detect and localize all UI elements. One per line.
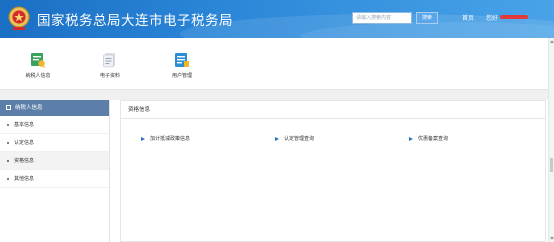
app-window: 国家税务总局大连市电子税务局 搜索 首页 您好 纳税人信息: [0, 0, 554, 242]
content-panel: 资格信息 加计抵减政策信息 认定管理查询 优惠备案查询: [120, 100, 546, 242]
arrow-right-icon: [275, 136, 279, 141]
tile-label: 电子资料: [99, 73, 120, 79]
bullet-icon: [7, 160, 9, 162]
user-greeting-link[interactable]: 您好: [486, 13, 498, 22]
arrow-right-icon: [141, 136, 145, 141]
tile-user-management[interactable]: 用户管理: [152, 52, 212, 79]
bullet-icon: [7, 142, 9, 144]
scroll-up-icon[interactable]: [550, 40, 554, 43]
sidebar-item-qualification-info[interactable]: 资格信息: [0, 152, 109, 170]
link-label: 优惠备案查询: [418, 136, 449, 142]
arrow-right-icon: [409, 136, 413, 141]
link-deduction-policy-info[interactable]: 加计抵减政策信息: [141, 135, 190, 142]
link-label: 认定管理查询: [284, 136, 315, 142]
search-button[interactable]: 搜索: [416, 12, 438, 24]
tile-label: 纳税人信息: [25, 73, 51, 79]
search-input[interactable]: [352, 12, 412, 24]
top-nav: 纳税人信息 电子资料 用户管理: [0, 38, 554, 90]
tile-taxpayer-info[interactable]: 纳税人信息: [8, 52, 68, 79]
link-label: 加计抵减政策信息: [150, 136, 191, 142]
sidebar-header: 纳税人信息: [0, 100, 109, 116]
user-management-icon: [175, 53, 189, 67]
sidebar: 纳税人信息 基本信息 认定信息 资格信息 其他信息: [0, 100, 110, 242]
sidebar-item-label: 其他信息: [14, 176, 35, 182]
username-redaction: [500, 15, 528, 19]
bullet-icon: [7, 124, 9, 126]
sidebar-item-recognition-info[interactable]: 认定信息: [0, 134, 109, 152]
sidebar-item-basic-info[interactable]: 基本信息: [0, 116, 109, 134]
link-preferential-filing-query[interactable]: 优惠备案查询: [409, 135, 448, 142]
scroll-thumb[interactable]: [550, 158, 553, 172]
home-link[interactable]: 首页: [462, 13, 474, 22]
tile-electronic-documents[interactable]: 电子资料: [80, 52, 140, 79]
site-title: 国家税务总局大连市电子税务局: [37, 13, 233, 29]
tile-label: 用户管理: [171, 73, 192, 79]
sidebar-header-label: 纳税人信息: [15, 105, 43, 111]
electronic-documents-icon: [103, 53, 115, 68]
sidebar-item-label: 认定信息: [14, 140, 35, 146]
site-header: 国家税务总局大连市电子税务局 搜索 首页 您好: [0, 0, 554, 38]
separator-band: [0, 90, 554, 100]
sidebar-item-label: 资格信息: [14, 158, 35, 164]
sidebar-item-other-info[interactable]: 其他信息: [0, 170, 109, 188]
link-recognition-query[interactable]: 认定管理查询: [275, 135, 314, 142]
scroll-down-icon[interactable]: [550, 237, 554, 240]
menu-square-icon: [6, 104, 11, 110]
panel-title: 资格信息: [121, 101, 545, 119]
tax-bureau-emblem-icon: [8, 6, 30, 30]
page-scrollbar[interactable]: [548, 38, 554, 242]
bullet-icon: [7, 178, 9, 180]
taxpayer-info-icon: [31, 53, 46, 68]
sidebar-item-label: 基本信息: [14, 122, 35, 128]
